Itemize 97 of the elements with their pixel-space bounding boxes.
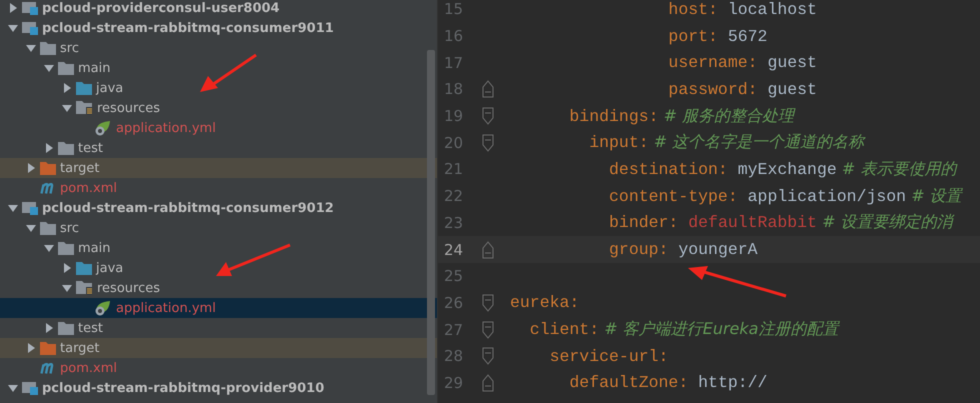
yaml-value: application/json [746,186,906,206]
line-number: 26 [444,294,464,312]
resources-folder-icon [76,281,93,295]
yaml-key: group: [510,240,668,260]
leaf-gear-icon [94,120,112,136]
folder-icon [40,42,56,54]
line-number: 22 [444,187,464,206]
yaml-key: input: [510,133,649,152]
line-number: 24 [444,240,464,259]
fold-marker-icon[interactable] [482,320,494,339]
line-number: 28 [444,347,464,366]
tree-item[interactable]: pcloud-stream-rabbitmq-provider9010 [0,378,437,398]
module-icon [22,21,38,35]
fold-marker-icon[interactable] [482,107,494,126]
folder-icon [58,242,74,254]
folder-icon [40,162,56,174]
fold-marker-icon[interactable] [482,347,494,366]
tree-item[interactable]: pcloud-stream-rabbitmq-consumer9012 [0,198,437,218]
yaml-key: binder: [510,213,678,232]
folder-icon [40,222,56,234]
tree-item[interactable]: java [0,258,437,278]
tree-item[interactable]: target [0,338,437,358]
yaml-value: youngerA [677,240,758,260]
tree-item[interactable]: test [0,138,437,158]
expanded-arrow-icon[interactable] [62,283,72,293]
yaml-key: content-type: [510,186,738,206]
line-number: 25 [444,267,464,286]
folder-icon [40,342,56,354]
code-comment: # 设置 [910,186,962,207]
code-comment: # 客户端进行Eureka注册的配置 [603,319,838,340]
tree-item[interactable]: resources [0,98,437,118]
folder-icon [58,322,74,334]
collapsed-arrow-icon[interactable] [8,3,18,13]
annotation-arrow [198,52,260,94]
yaml-key: username: [510,53,758,72]
yaml-value: myExchange [736,160,837,179]
line-number: 21 [444,160,464,178]
tree-item[interactable]: main [0,238,437,258]
line-number: 23 [444,214,464,232]
tree-item[interactable]: src [0,38,437,58]
tree-item[interactable]: target [0,158,437,178]
folder-icon [76,262,92,274]
expanded-arrow-icon[interactable] [62,103,72,113]
scrollbar-thumb[interactable] [427,50,435,395]
yaml-key: defaultZone: [510,373,688,392]
yaml-value: 5672 [726,26,768,46]
tree-item[interactable]: java [0,78,437,98]
tree-item[interactable]: main [0,58,437,78]
tree-item[interactable]: resources [0,278,437,298]
yaml-key: host: [510,0,718,19]
yaml-value: http:// [697,373,768,392]
fold-marker-icon[interactable] [482,80,494,98]
yaml-key: eureka: [510,293,580,312]
yaml-key: client: [510,320,600,340]
line-number: 15 [444,0,464,18]
code-comment: # 服务的整合处理 [662,106,794,127]
code-comment: # 表示要使用的 [840,158,956,180]
fold-marker-icon[interactable] [482,294,494,312]
tree-item[interactable]: pcloud-stream-rabbitmq-consumer9011 [0,18,437,38]
yaml-key: bindings: [510,106,659,126]
line-number: 19 [444,107,464,126]
yaml-key: password: [510,80,758,99]
yaml-key: port: [510,26,718,46]
tree-item[interactable]: application.yml [0,298,437,318]
fold-marker-icon[interactable] [482,374,494,392]
expanded-arrow-icon[interactable] [8,383,18,393]
module-icon [22,381,38,395]
code-comment: # 这个名字是一个通道的名称 [652,132,864,154]
yaml-value: guest [766,53,817,72]
fold-marker-icon[interactable] [482,134,494,152]
module-icon [22,201,38,215]
line-number: 29 [444,374,464,392]
yaml-value: localhost [726,0,817,19]
line-number: 20 [444,134,464,152]
resources-folder-icon [76,101,93,115]
maven-icon [40,182,56,194]
maven-icon [40,362,56,374]
line-number: 16 [444,27,464,46]
yaml-value: guest [766,80,817,99]
yaml-value: defaultRabbit [687,213,817,232]
tree-item[interactable]: test [0,318,437,338]
folder-icon [76,82,92,94]
yaml-key: destination: [510,160,728,179]
folder-icon [58,142,74,154]
line-number: 17 [444,54,464,72]
folder-icon [58,62,74,74]
collapsed-arrow-icon[interactable] [62,263,72,273]
yaml-key: service-url: [510,346,668,366]
fold-marker-icon[interactable] [482,240,494,259]
line-number: 18 [444,80,464,98]
tree-item[interactable]: pcloud-providerconsul-user8004 [0,0,437,18]
leaf-gear-icon [94,300,112,316]
tree-item[interactable]: src [0,218,437,238]
code-comment: # 设置要绑定的消 [821,212,953,234]
module-icon [22,1,38,15]
line-number: 27 [444,320,464,339]
collapsed-arrow-icon[interactable] [62,83,72,93]
